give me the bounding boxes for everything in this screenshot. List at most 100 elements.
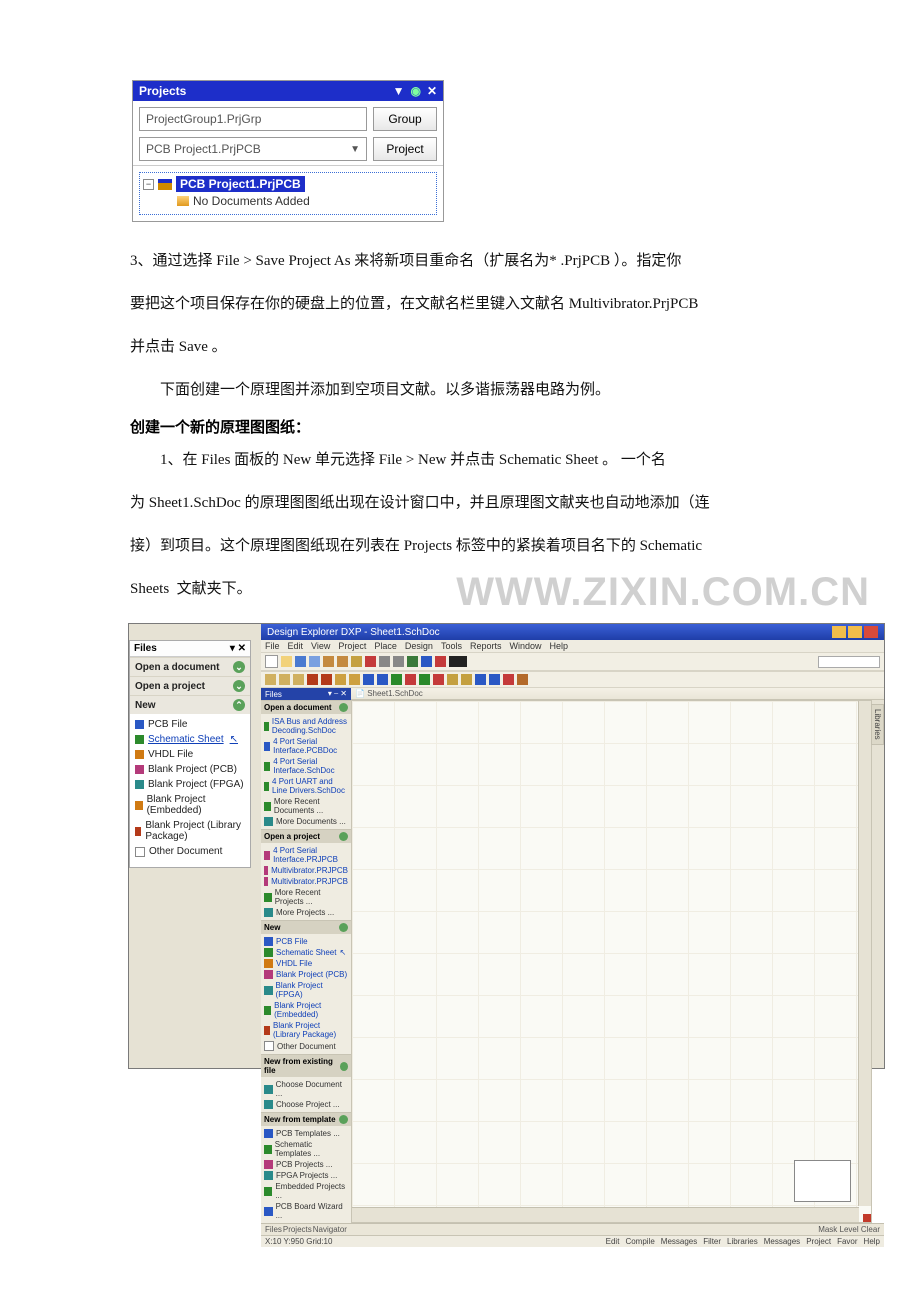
tree-collapse-icon[interactable]: − <box>143 179 154 190</box>
tb2-icon-8[interactable] <box>363 674 374 685</box>
tb2-icon-5[interactable] <box>321 674 332 685</box>
resize-grip-icon[interactable] <box>863 1214 871 1222</box>
libraries-side-tab[interactable]: Libraries <box>871 704 884 745</box>
tb2-icon-14[interactable] <box>447 674 458 685</box>
dock-item-schematic[interactable]: Schematic Sheet↖ <box>264 947 348 958</box>
dock-item[interactable]: ISA Bus and Address Decoding.SchDoc <box>264 716 348 736</box>
dock-new-template[interactable]: New from template <box>264 1115 336 1124</box>
new-schematic-sheet[interactable]: Schematic Sheet↖ <box>135 732 245 747</box>
mask-level-label[interactable]: Mask Level Clear <box>818 1225 880 1234</box>
collapse-icon[interactable]: ⌃ <box>233 699 245 711</box>
tb2-icon-12[interactable] <box>419 674 430 685</box>
tb2-icon-15[interactable] <box>461 674 472 685</box>
new-pcb-file[interactable]: PCB File <box>135 717 245 732</box>
stop-icon[interactable] <box>435 656 446 667</box>
new-icon[interactable] <box>265 655 278 668</box>
schematic-canvas[interactable] <box>351 700 872 1223</box>
project-button[interactable]: Project <box>373 137 437 161</box>
dock-item[interactable]: 4 Port Serial Interface.PRJPCB <box>264 845 348 865</box>
open-project-header[interactable]: Open a project <box>135 681 205 692</box>
collapse-icon[interactable] <box>339 1115 348 1124</box>
collapse-icon[interactable] <box>339 832 348 841</box>
dock-item[interactable]: Choose Document ... <box>264 1079 348 1099</box>
tb2-icon-2[interactable] <box>279 674 290 685</box>
status-tab[interactable]: Help <box>864 1237 880 1246</box>
new-blank-fpga-project[interactable]: Blank Project (FPGA) <box>135 777 245 792</box>
dock-item[interactable]: Choose Project ... <box>264 1099 348 1110</box>
select-icon[interactable] <box>421 656 432 667</box>
dock-bottom-tabs[interactable]: Files Projects Navigator <box>261 1223 351 1235</box>
dock-item[interactable]: PCB Projects ... <box>264 1159 348 1170</box>
dock-item[interactable]: 4 Port Serial Interface.PCBDoc <box>264 736 348 756</box>
dock-item[interactable]: PCB File <box>264 936 348 947</box>
tab-projects[interactable]: Projects <box>283 1225 312 1234</box>
project-select-input[interactable]: PCB Project1.PrjPCB ▼ <box>139 137 367 161</box>
dock-item[interactable]: VHDL File <box>264 958 348 969</box>
tb2-icon-13[interactable] <box>433 674 444 685</box>
dock-item[interactable]: FPGA Projects ... <box>264 1170 348 1181</box>
undo-icon[interactable] <box>379 656 390 667</box>
new-blank-library-project[interactable]: Blank Project (Library Package) <box>135 818 245 844</box>
dock-item[interactable]: Blank Project (Library Package) <box>264 1020 348 1040</box>
collapse-icon[interactable] <box>339 703 348 712</box>
tb2-icon-3[interactable] <box>293 674 304 685</box>
close-icon[interactable]: ✕ <box>427 84 437 98</box>
print-icon[interactable] <box>309 656 320 667</box>
dock-item[interactable]: More Recent Projects ... <box>264 887 348 907</box>
tab-navigator[interactable]: Navigator <box>313 1225 347 1234</box>
status-tab[interactable]: Compile <box>625 1237 654 1246</box>
tb2-icon-6[interactable] <box>335 674 346 685</box>
dock-item[interactable]: Blank Project (Embedded) <box>264 1000 348 1020</box>
dock-open-document[interactable]: Open a document <box>264 703 332 712</box>
dock-item[interactable]: Schematic Templates ... <box>264 1139 348 1159</box>
menu-tools[interactable]: Tools <box>441 641 462 651</box>
menu-place[interactable]: Place <box>374 641 397 651</box>
status-tab[interactable]: Messages <box>661 1237 697 1246</box>
menu-edit[interactable]: Edit <box>288 641 304 651</box>
copy-icon[interactable] <box>337 656 348 667</box>
app-menu-bar[interactable]: File Edit View Project Place Design Tool… <box>261 640 884 652</box>
dock-item[interactable]: Blank Project (PCB) <box>264 969 348 980</box>
paste-icon[interactable] <box>351 656 362 667</box>
tb2-icon-18[interactable] <box>503 674 514 685</box>
tb2-icon-7[interactable] <box>349 674 360 685</box>
horizontal-scrollbar[interactable] <box>352 1207 859 1222</box>
dock-item[interactable]: Multivibrator.PRJPCB <box>264 876 348 887</box>
new-header[interactable]: New <box>135 700 156 711</box>
status-tab[interactable]: Favor <box>837 1237 857 1246</box>
menu-window[interactable]: Window <box>509 641 541 651</box>
tb2-icon-4[interactable] <box>307 674 318 685</box>
dock-item[interactable]: Embedded Projects ... <box>264 1181 348 1201</box>
save-icon[interactable] <box>295 656 306 667</box>
group-button[interactable]: Group <box>373 107 437 131</box>
dock-open-project[interactable]: Open a project <box>264 832 320 841</box>
tb2-icon-19[interactable] <box>517 674 528 685</box>
vertical-scrollbar[interactable] <box>858 701 871 1206</box>
dock-item[interactable]: PCB Board Wizard ... <box>264 1201 348 1221</box>
dock-item[interactable]: Blank Project (FPGA) <box>264 980 348 1000</box>
dock-item[interactable]: More Documents ... <box>264 816 348 827</box>
status-tab[interactable]: Edit <box>606 1237 620 1246</box>
pin-icon[interactable]: ◉ <box>410 84 420 98</box>
menu-view[interactable]: View <box>311 641 330 651</box>
dock-new[interactable]: New <box>264 923 280 932</box>
zoom-icon[interactable] <box>407 656 418 667</box>
redo-icon[interactable] <box>393 656 404 667</box>
dock-item[interactable]: 4 Port UART and Line Drivers.SchDoc <box>264 776 348 796</box>
menu-reports[interactable]: Reports <box>470 641 502 651</box>
collapse-icon[interactable] <box>339 923 348 932</box>
tb2-icon-11[interactable] <box>405 674 416 685</box>
tb2-icon-16[interactable] <box>475 674 486 685</box>
search-input[interactable] <box>818 656 880 668</box>
tab-files[interactable]: Files <box>265 1225 282 1234</box>
status-tab[interactable]: Project <box>806 1237 831 1246</box>
menu-design[interactable]: Design <box>405 641 433 651</box>
status-tab[interactable]: Messages <box>764 1237 800 1246</box>
expand-icon[interactable]: ⌄ <box>233 661 245 673</box>
cut-icon[interactable] <box>323 656 334 667</box>
files-panel-caret-icon[interactable]: ▾ ✕ <box>230 643 246 654</box>
cross-icon[interactable] <box>365 656 376 667</box>
tb2-icon-17[interactable] <box>489 674 500 685</box>
combo-icon[interactable] <box>449 656 467 667</box>
chevron-down-icon[interactable]: ▼ <box>350 144 360 155</box>
